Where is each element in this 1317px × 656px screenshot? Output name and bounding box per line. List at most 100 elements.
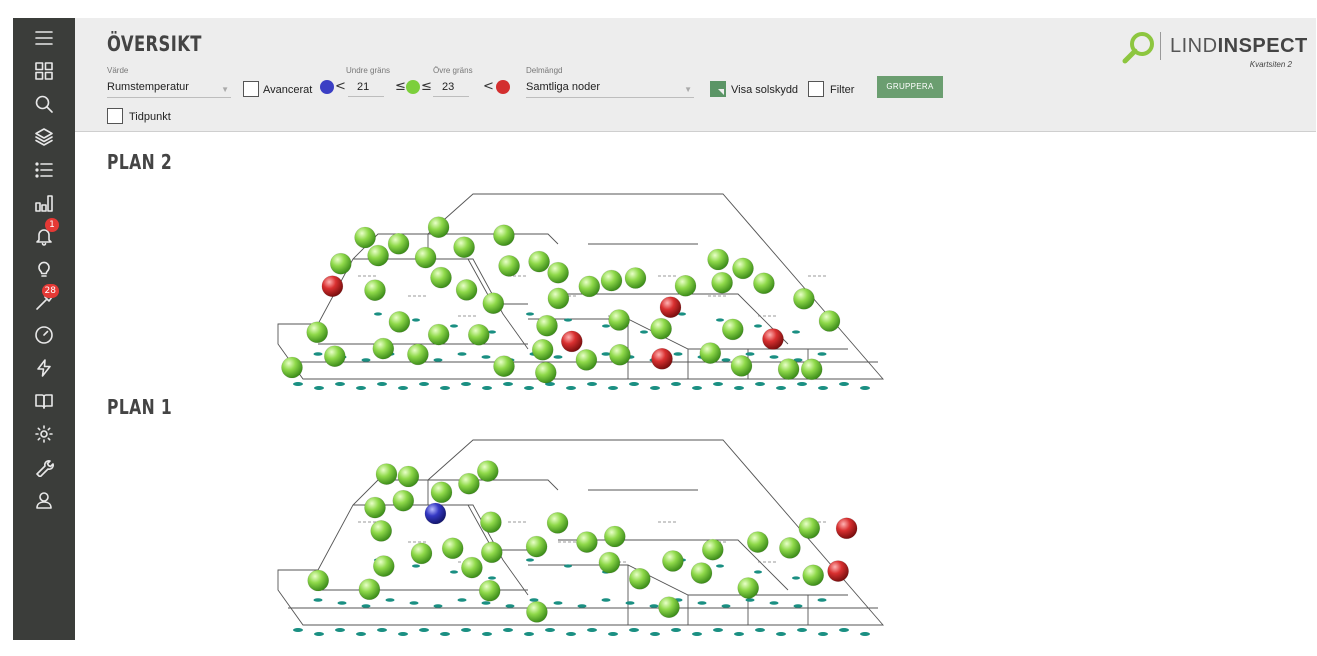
sensor-within[interactable]	[707, 248, 729, 271]
sensor-within[interactable]	[307, 569, 329, 592]
sensor-within[interactable]	[482, 292, 505, 314]
sensor-within[interactable]	[493, 355, 515, 377]
book-icon[interactable]	[31, 389, 57, 413]
sensor-within[interactable]	[528, 250, 550, 273]
sensor-within[interactable]	[388, 311, 411, 333]
sensor-within[interactable]	[372, 337, 395, 360]
sensor-within[interactable]	[498, 255, 520, 277]
sensor-within[interactable]	[547, 287, 570, 310]
sensor-within[interactable]	[536, 314, 558, 337]
sensor-below[interactable]	[424, 502, 447, 525]
sensor-within[interactable]	[608, 309, 630, 331]
sensor-within[interactable]	[598, 551, 621, 574]
wrench-icon[interactable]	[31, 455, 57, 479]
sensor-within[interactable]	[441, 537, 464, 560]
sensor-within[interactable]	[525, 535, 548, 558]
sensor-within[interactable]	[578, 275, 601, 298]
sensor-within[interactable]	[779, 537, 801, 559]
sensor-within[interactable]	[453, 236, 475, 259]
user-icon[interactable]	[31, 488, 57, 512]
sensor-within[interactable]	[575, 349, 598, 371]
sensor-within[interactable]	[746, 531, 769, 553]
settings-icon[interactable]	[31, 422, 57, 446]
timepoint-checkbox[interactable]	[107, 108, 123, 124]
sensor-within[interactable]	[478, 579, 501, 602]
sensor-within[interactable]	[600, 269, 623, 292]
sensor-within[interactable]	[410, 542, 433, 565]
sensor-within[interactable]	[476, 460, 499, 482]
sensor-above[interactable]	[835, 517, 858, 540]
value-select[interactable]: Rumstemperatur ▼	[107, 78, 231, 98]
lower-limit-input[interactable]	[348, 77, 384, 97]
sensor-within[interactable]	[397, 465, 420, 488]
sensor-within[interactable]	[674, 275, 697, 297]
sensor-within[interactable]	[730, 355, 753, 377]
sensor-within[interactable]	[793, 288, 815, 310]
sensor-within[interactable]	[526, 601, 548, 623]
plan-2-floor-map[interactable]	[228, 184, 908, 394]
sensor-within[interactable]	[699, 342, 722, 364]
sensor-within[interactable]	[387, 232, 410, 255]
sensor-within[interactable]	[658, 596, 680, 618]
sensor-within[interactable]	[458, 472, 480, 495]
sensor-within[interactable]	[324, 345, 346, 367]
sensor-within[interactable]	[330, 252, 352, 275]
sensor-within[interactable]	[461, 556, 483, 579]
search-icon[interactable]	[31, 92, 57, 116]
sensor-within[interactable]	[628, 568, 651, 590]
sensor-within[interactable]	[480, 541, 503, 564]
sensor-within[interactable]	[493, 224, 515, 247]
subset-select[interactable]: Samtliga noder ▼	[526, 78, 694, 98]
dashboard-grid-icon[interactable]	[31, 59, 57, 83]
sensor-within[interactable]	[721, 318, 744, 341]
sensor-within[interactable]	[753, 272, 775, 295]
sensor-within[interactable]	[547, 261, 569, 284]
bell-icon[interactable]: 1	[31, 218, 59, 248]
list-icon[interactable]	[31, 158, 57, 182]
sensor-within[interactable]	[701, 538, 724, 561]
sensor-within[interactable]	[802, 564, 825, 587]
sensor-within[interactable]	[306, 321, 328, 344]
sensor-within[interactable]	[737, 577, 760, 599]
sensor-within[interactable]	[427, 216, 450, 239]
sensor-within[interactable]	[414, 246, 437, 269]
sensor-within[interactable]	[624, 267, 647, 289]
sensor-within[interactable]	[603, 525, 626, 548]
filter-checkbox[interactable]	[808, 81, 824, 97]
sensor-above[interactable]	[827, 560, 849, 582]
sensor-within[interactable]	[711, 271, 733, 294]
sensor-within[interactable]	[364, 279, 386, 301]
sensor-within[interactable]	[364, 496, 386, 519]
sensor-within[interactable]	[468, 324, 490, 346]
sensor-within[interactable]	[430, 266, 452, 289]
sensor-within[interactable]	[777, 358, 800, 380]
sensor-within[interactable]	[373, 555, 395, 577]
sensor-within[interactable]	[480, 511, 502, 533]
sensor-within[interactable]	[732, 257, 754, 280]
sensor-within[interactable]	[818, 310, 841, 332]
lightbulb-icon[interactable]	[31, 257, 57, 281]
plan-1-floor-map[interactable]	[228, 430, 908, 640]
sensor-within[interactable]	[798, 517, 821, 539]
gauge-icon[interactable]	[31, 323, 57, 347]
menu-icon[interactable]	[31, 26, 57, 50]
sensor-within[interactable]	[650, 317, 672, 340]
sensor-within[interactable]	[609, 344, 631, 366]
show-sunshade-checkbox[interactable]	[710, 81, 726, 97]
tools-icon[interactable]: 28	[31, 284, 59, 314]
sensor-within[interactable]	[534, 361, 557, 384]
sensor-within[interactable]	[375, 463, 398, 485]
lightning-icon[interactable]	[31, 356, 57, 380]
sensor-within[interactable]	[455, 279, 478, 301]
sensor-within[interactable]	[546, 512, 569, 534]
sensor-within[interactable]	[281, 356, 303, 379]
sensor-within[interactable]	[427, 323, 450, 346]
layers-icon[interactable]	[31, 125, 57, 149]
sensor-within[interactable]	[392, 489, 415, 512]
sensor-within[interactable]	[662, 550, 684, 572]
sensor-above[interactable]	[659, 296, 682, 318]
sensor-within[interactable]	[407, 343, 429, 366]
sensor-above[interactable]	[762, 328, 784, 350]
sensor-above[interactable]	[321, 275, 344, 297]
sensor-within[interactable]	[370, 520, 392, 542]
